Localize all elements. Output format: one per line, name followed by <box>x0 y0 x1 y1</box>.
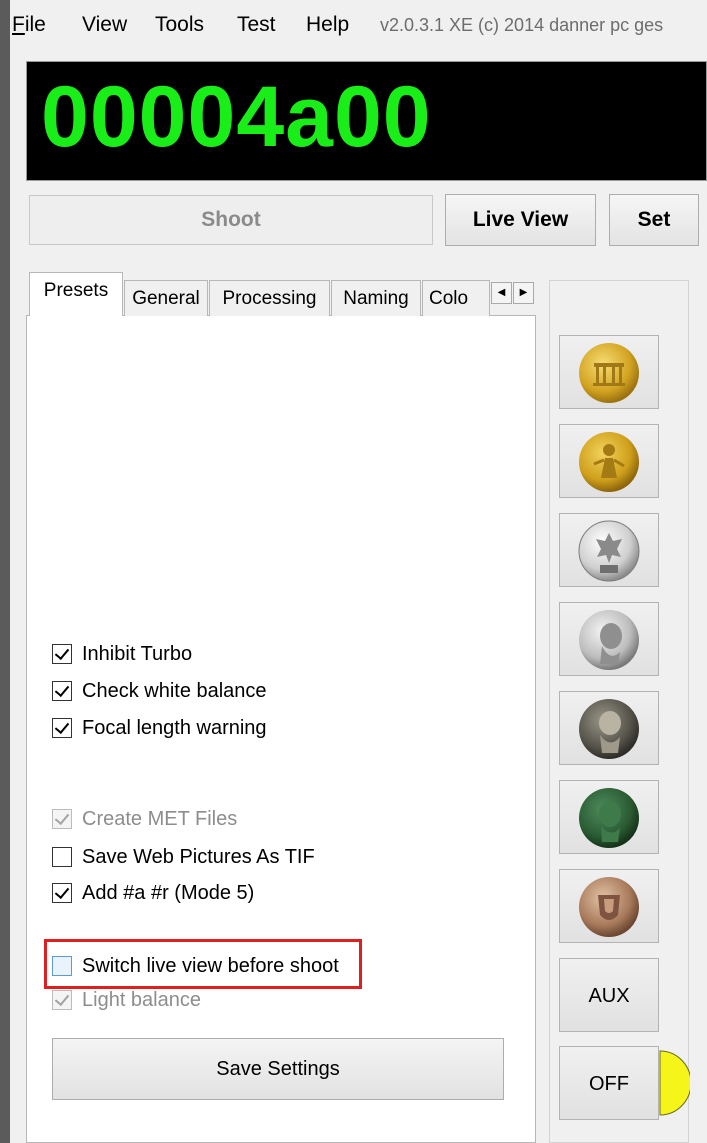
preset-button-4[interactable] <box>559 602 659 676</box>
option-label: Inhibit Turbo <box>82 643 193 665</box>
tab-scroll-buttons: ◀ ▶ <box>491 282 535 306</box>
set-button[interactable]: Set <box>609 194 699 246</box>
option-label: Create MET Files <box>82 808 238 830</box>
option-label: Check white balance <box>82 680 267 702</box>
menu-bar: File View Tools Test Help v2.0.3.1 XE (c… <box>10 0 707 50</box>
option-label: Focal length warning <box>82 717 267 739</box>
green-portrait-coin-icon <box>579 788 639 848</box>
tab-processing[interactable]: Processing <box>209 280 330 316</box>
copper-crest-coin-icon <box>579 877 639 937</box>
menu-view[interactable]: View <box>82 13 127 37</box>
checkbox-add-a-r-mode5[interactable] <box>52 883 72 903</box>
counter-display: 00004a00 <box>26 61 707 181</box>
off-button[interactable]: OFF <box>559 1046 659 1120</box>
app-window: File View Tools Test Help v2.0.3.1 XE (c… <box>10 0 707 1143</box>
option-label: Save Web Pictures As TIF <box>82 846 315 868</box>
preset-button-2[interactable] <box>559 424 659 498</box>
tab-strip: Presets General Processing Naming Colo ◀… <box>26 272 537 316</box>
tab-general[interactable]: General <box>124 280 208 316</box>
checkbox-light-balance <box>52 990 72 1010</box>
checkbox-check-white-balance[interactable] <box>52 681 72 701</box>
silver-eagle-coin-icon <box>578 520 640 582</box>
checkbox-save-web-pictures-as-tif[interactable] <box>52 847 72 867</box>
live-view-button[interactable]: Live View <box>445 194 596 246</box>
bronze-portrait-coin-icon <box>579 699 639 759</box>
tab-color[interactable]: Colo <box>422 280 490 316</box>
menu-test[interactable]: Test <box>237 13 276 37</box>
preset-button-7[interactable] <box>559 869 659 943</box>
option-label: Light balance <box>82 989 201 1011</box>
option-label: Add #a #r (Mode 5) <box>82 882 255 904</box>
preset-button-6[interactable] <box>559 780 659 854</box>
menu-file[interactable]: File <box>12 13 46 37</box>
gold-figure-coin-icon <box>579 432 639 492</box>
menu-tools[interactable]: Tools <box>155 13 204 37</box>
silver-portrait-coin-icon <box>579 610 639 670</box>
save-settings-button[interactable]: Save Settings <box>52 1038 504 1100</box>
menu-help[interactable]: Help <box>306 13 349 37</box>
version-label: v2.0.3.1 XE (c) 2014 danner pc ges <box>380 15 664 35</box>
status-indicator-icon <box>659 1050 690 1116</box>
checkbox-inhibit-turbo[interactable] <box>52 644 72 664</box>
highlight-box <box>44 939 362 989</box>
aux-button[interactable]: AUX <box>559 958 659 1032</box>
shoot-button[interactable]: Shoot <box>29 195 433 245</box>
counter-value: 00004a00 <box>41 69 432 165</box>
tab-scroll-right-icon[interactable]: ▶ <box>513 282 534 304</box>
preset-button-1[interactable] <box>559 335 659 409</box>
tab-presets[interactable]: Presets <box>29 272 123 316</box>
preset-button-3[interactable] <box>559 513 659 587</box>
checkbox-focal-length-warning[interactable] <box>52 718 72 738</box>
checkbox-create-met-files <box>52 809 72 829</box>
preset-button-5[interactable] <box>559 691 659 765</box>
gold-gate-coin-icon <box>579 343 639 403</box>
tab-scroll-left-icon[interactable]: ◀ <box>491 282 512 304</box>
tab-naming[interactable]: Naming <box>331 280 421 316</box>
